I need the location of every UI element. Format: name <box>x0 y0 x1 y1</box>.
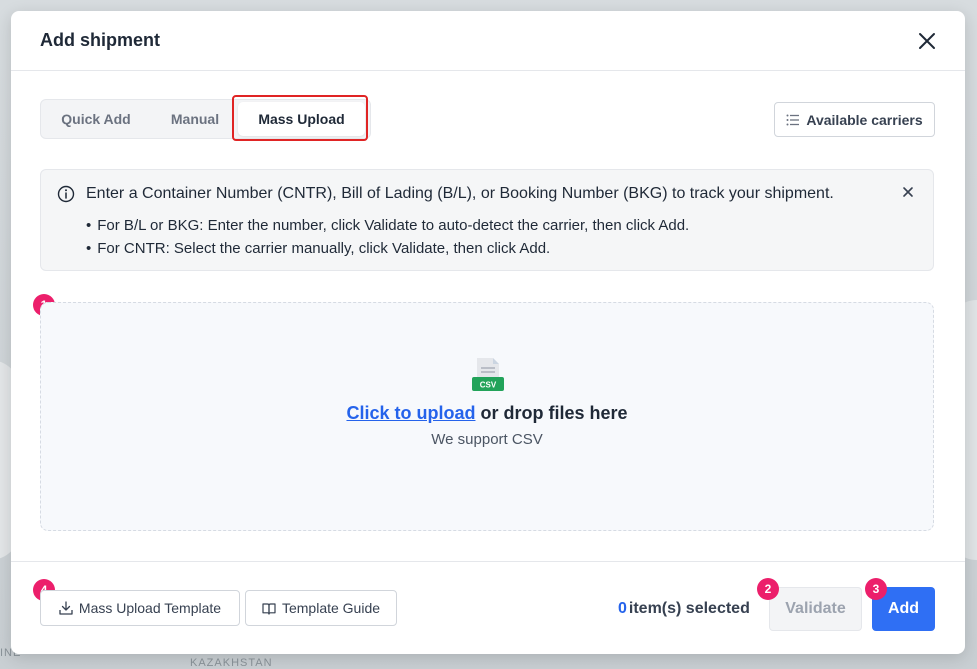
step-badge-2: 2 <box>757 578 779 600</box>
tab-manual[interactable]: Manual <box>159 100 231 138</box>
tab-quick-add[interactable]: Quick Add <box>49 100 143 138</box>
selected-count: 0 <box>618 600 627 617</box>
mass-upload-template-label: Mass Upload Template <box>78 600 222 616</box>
selected-suffix: item(s) selected <box>628 600 750 617</box>
modal-title: Add shipment <box>40 30 160 50</box>
download-icon <box>59 601 73 615</box>
click-to-upload-link[interactable]: Click to upload <box>346 403 475 423</box>
validate-button[interactable]: Validate <box>769 587 862 631</box>
upload-mode-tabs: Quick Add Manual Mass Upload <box>40 99 371 139</box>
available-carriers-button[interactable]: Available carriers <box>774 102 935 137</box>
info-bullet: For B/L or BKG: Enter the number, click … <box>86 214 689 237</box>
csv-badge-text: CSV <box>480 381 497 390</box>
upload-prompt: Click to upload or drop files here <box>41 403 933 424</box>
close-modal-button[interactable] <box>915 29 939 53</box>
info-main-text: Enter a Container Number (CNTR), Bill of… <box>86 185 834 202</box>
close-icon <box>919 33 935 49</box>
file-dropzone[interactable]: CSV Click to upload or drop files here W… <box>40 302 934 531</box>
info-banner: Enter a Container Number (CNTR), Bill of… <box>40 169 934 271</box>
list-icon <box>786 114 800 125</box>
template-guide-label: Template Guide <box>281 600 381 616</box>
available-carriers-label: Available carriers <box>806 111 923 128</box>
add-shipment-modal: Add shipment Quick Add Manual Mass Uploa… <box>11 11 965 654</box>
modal-footer: 4 Mass Upload Template Template Guide 0i… <box>11 561 965 654</box>
drop-files-text: or drop files here <box>475 403 628 423</box>
template-guide-button[interactable]: Template Guide <box>245 590 397 626</box>
info-icon <box>57 185 75 203</box>
csv-file-icon: CSV <box>472 358 504 391</box>
step-badge-3: 3 <box>865 578 887 600</box>
book-icon <box>262 602 276 615</box>
tab-mass-upload[interactable]: Mass Upload <box>238 102 365 136</box>
supported-formats-text: We support CSV <box>431 431 543 448</box>
info-bullet-list: For B/L or BKG: Enter the number, click … <box>86 214 689 260</box>
map-label-kazakhstan: KAZAKHSTAN <box>190 657 273 669</box>
selected-items-status: 0 item(s) selected <box>618 600 750 618</box>
modal-header: Add shipment <box>11 11 965 71</box>
info-bullet: For CNTR: Select the carrier manually, c… <box>86 237 689 260</box>
close-icon <box>903 187 913 197</box>
mass-upload-template-button[interactable]: Mass Upload Template <box>40 590 240 626</box>
dismiss-info-button[interactable] <box>899 183 917 201</box>
